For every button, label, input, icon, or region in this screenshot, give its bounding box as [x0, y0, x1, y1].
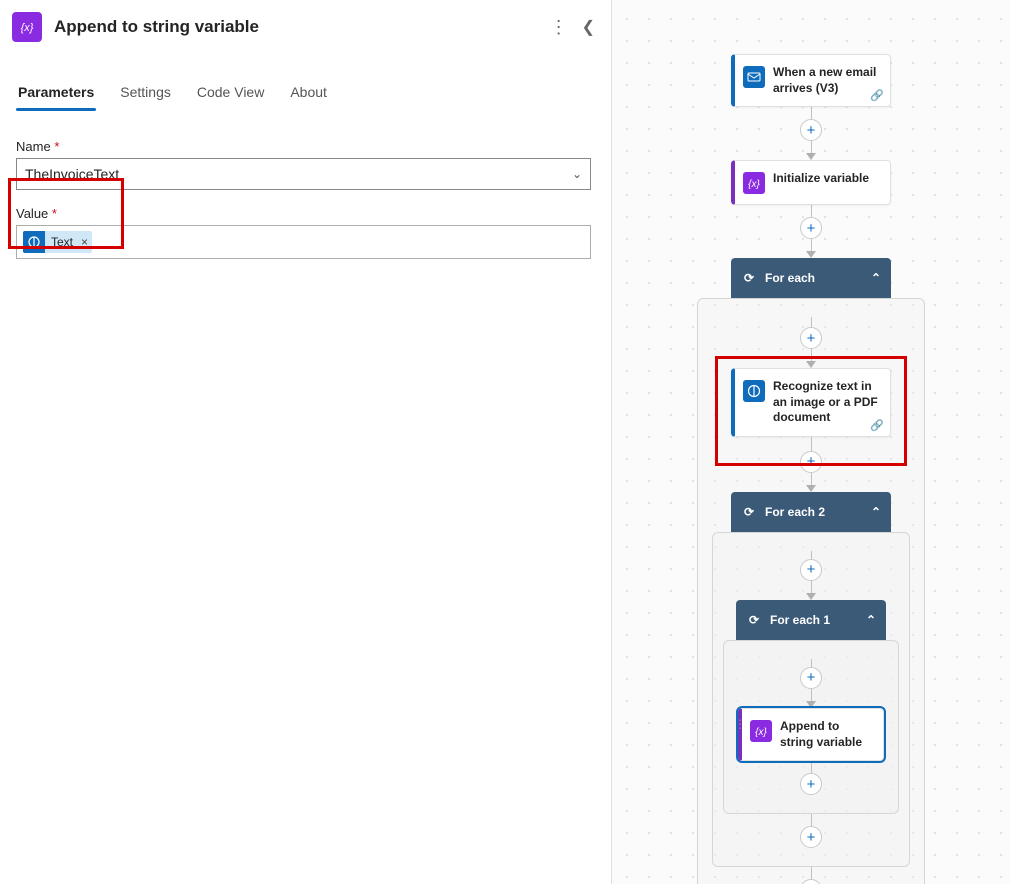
for-each-2-header[interactable]: ⟳ For each 2 ⌃ [731, 492, 891, 532]
loop-icon: ⟳ [746, 612, 762, 628]
connector: + [800, 205, 822, 258]
name-label: Name * [16, 139, 591, 154]
panel-header: {x} Append to string variable ⋮ ❮ [0, 0, 611, 52]
tab-settings[interactable]: Settings [118, 80, 173, 110]
svg-text:{x}: {x} [748, 179, 760, 190]
svg-text:{x}: {x} [21, 22, 34, 34]
tab-strip: Parameters Settings Code View About [0, 80, 611, 111]
chevron-up-icon[interactable]: ⌃ [871, 271, 881, 285]
loop-icon: ⟳ [741, 270, 757, 286]
token-label: Text [51, 235, 73, 249]
variable-icon: {x} [12, 12, 42, 42]
add-step-button[interactable]: + [800, 451, 822, 473]
more-icon[interactable]: ⋮ [550, 17, 568, 38]
chevron-down-icon: ⌄ [572, 167, 582, 181]
name-value: TheInvoiceText [25, 166, 119, 182]
add-step-button[interactable]: + [800, 879, 822, 884]
value-input[interactable]: Text × [16, 225, 591, 259]
for-each-label: For each [765, 271, 815, 285]
for-each-2-body: + ⟳ For each 1 ⌃ [712, 532, 910, 867]
for-each-container-outer: ⟳ For each ⌃ + [697, 258, 925, 884]
chevron-up-icon[interactable]: ⌃ [866, 613, 876, 627]
add-step-button[interactable]: + [800, 119, 822, 141]
flow-card-recognize-text[interactable]: Recognize text in an image or a PDF docu… [731, 368, 891, 437]
name-dropdown[interactable]: TheInvoiceText ⌄ [16, 158, 591, 190]
tab-about[interactable]: About [288, 80, 329, 110]
dynamic-content-token[interactable]: Text × [23, 231, 92, 253]
for-each-header[interactable]: ⟳ For each ⌃ [731, 258, 891, 298]
flow-card-email-trigger[interactable]: When a new email arrives (V3) 🔗 [731, 54, 891, 107]
tab-codeview[interactable]: Code View [195, 80, 266, 110]
link-icon: 🔗 [870, 419, 884, 432]
flow-card-init-variable[interactable]: {x} Initialize variable [731, 160, 891, 205]
for-each-1-body: + ⋮ {x} Append to string variable [723, 640, 899, 814]
flow-card-append-string[interactable]: ⋮ {x} Append to string variable [738, 708, 884, 761]
chevron-up-icon[interactable]: ⌃ [871, 505, 881, 519]
add-step-button[interactable]: + [800, 217, 822, 239]
for-each-body: + Recognize text in an image or a PDF do… [697, 298, 925, 884]
card-label: When a new email arrives (V3) [773, 65, 880, 96]
loop-icon: ⟳ [741, 504, 757, 520]
card-label: Append to string variable [780, 719, 873, 750]
cv-icon [743, 380, 765, 402]
card-label: Recognize text in an image or a PDF docu… [773, 379, 880, 426]
value-label: Value * [16, 206, 591, 221]
tab-parameters[interactable]: Parameters [16, 80, 96, 110]
card-label: Initialize variable [773, 171, 869, 194]
for-each-2-label: For each 2 [765, 505, 825, 519]
variable-icon: {x} [750, 720, 772, 742]
link-icon: 🔗 [870, 89, 884, 102]
connector: + [800, 107, 822, 160]
for-each-1-label: For each 1 [770, 613, 830, 627]
add-step-button[interactable]: + [800, 826, 822, 848]
svg-text:{x}: {x} [755, 727, 767, 738]
add-step-button[interactable]: + [800, 773, 822, 795]
form-area: Name * TheInvoiceText ⌄ Value * Text × [0, 111, 611, 259]
add-step-button[interactable]: + [800, 327, 822, 349]
variable-icon: {x} [743, 172, 765, 194]
add-step-button[interactable]: + [800, 559, 822, 581]
for-each-1-header[interactable]: ⟳ For each 1 ⌃ [736, 600, 886, 640]
drag-handle-icon[interactable]: ⋮ [734, 717, 746, 731]
panel-title: Append to string variable [54, 17, 550, 37]
token-remove-icon[interactable]: × [81, 235, 88, 249]
collapse-icon[interactable]: ❮ [582, 17, 595, 37]
flow-canvas[interactable]: When a new email arrives (V3) 🔗 + {x} In… [612, 0, 1010, 884]
add-step-button[interactable]: + [800, 667, 822, 689]
outlook-icon [743, 66, 765, 88]
config-panel: {x} Append to string variable ⋮ ❮ Parame… [0, 0, 612, 884]
cv-icon [23, 231, 45, 253]
